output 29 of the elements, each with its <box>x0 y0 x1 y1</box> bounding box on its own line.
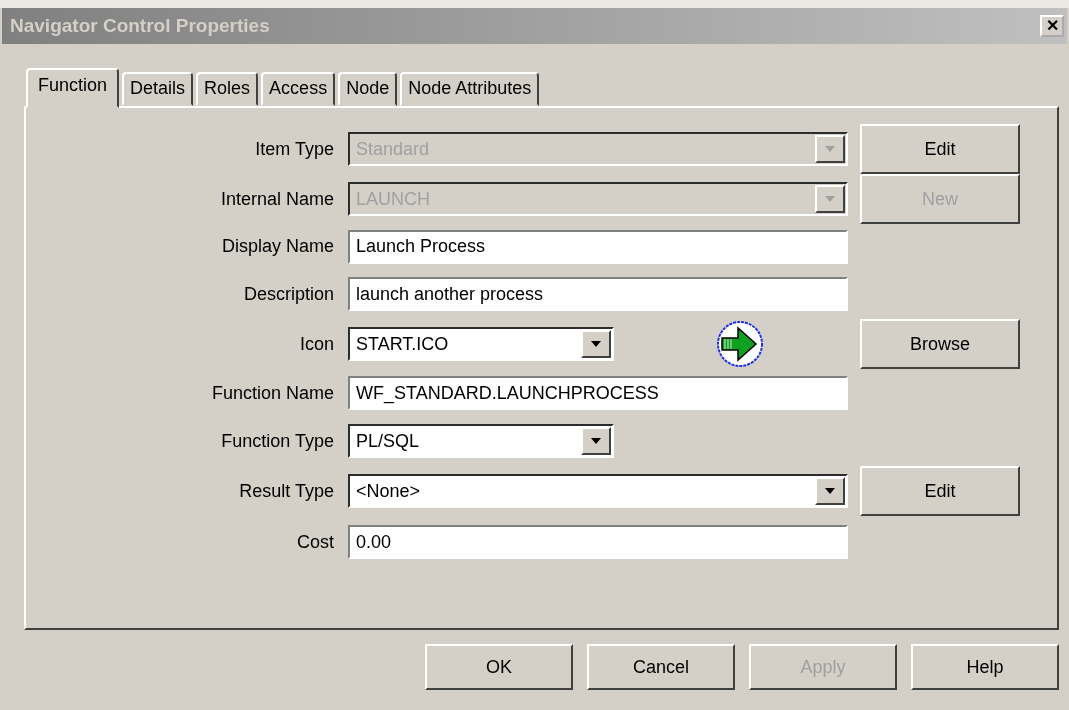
dropdown[interactable]: <None> <box>348 474 848 508</box>
button[interactable]: OK <box>425 644 573 690</box>
close-button[interactable]: ✕ <box>1040 15 1064 37</box>
field-label: Internal Name <box>220 188 335 210</box>
dropdown[interactable]: PL/SQL <box>348 424 614 458</box>
tab[interactable]: Function <box>26 68 120 108</box>
field-label: Function Type <box>221 430 335 452</box>
field-label: Description <box>243 283 335 305</box>
field-label: Icon <box>299 333 335 355</box>
dropdown[interactable]: START.ICO <box>348 327 614 361</box>
input-field[interactable]: launch another process <box>348 277 848 311</box>
tab[interactable]: Access <box>261 72 336 106</box>
button[interactable]: Help <box>911 644 1059 690</box>
window-title: Navigator Control Properties <box>10 15 270 37</box>
button[interactable]: Browse <box>860 319 1020 369</box>
input-field[interactable]: 0.00 <box>348 525 848 559</box>
input-field[interactable]: Launch Process <box>348 229 848 264</box>
tab[interactable]: Node Attributes <box>400 72 540 106</box>
field-label: Function Name <box>211 382 335 404</box>
tab[interactable]: Details <box>122 72 194 106</box>
button[interactable]: Edit <box>860 466 1020 516</box>
field-label: Cost <box>297 531 335 553</box>
tab[interactable]: Node <box>338 72 398 106</box>
input-field[interactable]: WF_STANDARD.LAUNCHPROCESS <box>348 376 848 410</box>
field-label: Display Name <box>221 236 335 257</box>
button[interactable]: Cancel <box>587 644 735 690</box>
field-label: Item Type <box>255 138 335 160</box>
tab[interactable]: Roles <box>196 72 259 106</box>
field-label: Result Type <box>239 480 335 502</box>
